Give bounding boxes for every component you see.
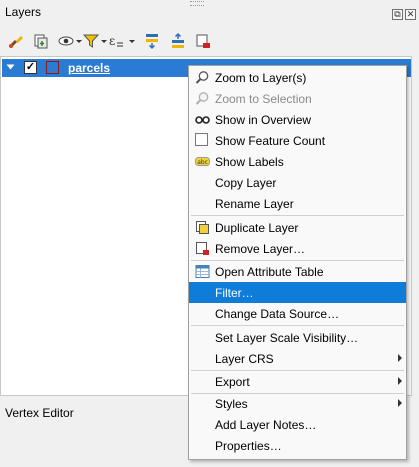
menu-item-rename-layer[interactable]: Rename Layer <box>189 193 406 214</box>
menu-item-open-attribute-table[interactable]: Open Attribute Table <box>189 261 406 282</box>
layers-toolbar: ε <box>0 28 419 54</box>
layer-symbol-icon <box>46 61 59 74</box>
chevron-down-icon[interactable] <box>129 40 135 43</box>
remove-layer-icon <box>196 242 209 255</box>
menu-item-styles[interactable]: Styles <box>189 393 406 414</box>
layer-name[interactable]: parcels <box>68 61 110 75</box>
vertex-editor-title: Vertex Editor <box>5 406 74 420</box>
menu-item-show-feature-count[interactable]: Show Feature Count <box>189 130 406 151</box>
submenu-arrow-icon <box>398 399 402 407</box>
add-group-icon[interactable] <box>32 32 50 50</box>
filter-legend-icon[interactable] <box>82 32 100 50</box>
menu-item-export[interactable]: Export <box>189 371 406 392</box>
menu-item-add-layer-notes[interactable]: Add Layer Notes… <box>189 414 406 435</box>
expression-filter-icon[interactable]: ε <box>107 32 125 50</box>
zoom-layer-icon <box>195 71 209 84</box>
remove-layer-icon[interactable] <box>194 32 212 50</box>
layer-context-menu: Zoom to Layer(s) Zoom to Selection Show … <box>188 65 407 460</box>
drag-handle[interactable] <box>190 1 204 6</box>
menu-item-properties[interactable]: Properties… <box>189 435 406 456</box>
feature-count-checkbox[interactable] <box>195 133 208 146</box>
float-panel-icon[interactable]: ⧉ <box>392 9 403 20</box>
style-brush-icon[interactable] <box>7 32 25 50</box>
panel-title: Layers <box>5 5 42 19</box>
menu-item-remove-layer[interactable]: Remove Layer… <box>189 238 406 259</box>
menu-item-show-in-overview[interactable]: Show in Overview <box>189 109 406 130</box>
overview-glasses-icon <box>195 116 210 124</box>
menu-item-layer-crs[interactable]: Layer CRS <box>189 348 406 369</box>
expand-all-icon[interactable] <box>143 32 161 50</box>
attribute-table-icon <box>195 265 210 278</box>
expand-arrow-icon[interactable] <box>6 64 15 70</box>
close-panel-icon[interactable]: ✕ <box>405 9 416 20</box>
menu-item-filter[interactable]: Filter… <box>189 282 406 303</box>
layer-visibility-checkbox[interactable]: ✓ <box>24 61 37 74</box>
collapse-all-icon[interactable] <box>169 32 187 50</box>
svg-text:abc: abc <box>197 159 208 166</box>
labels-abc-icon: abc <box>195 157 210 166</box>
menu-item-show-labels[interactable]: abc Show Labels <box>189 151 406 172</box>
submenu-arrow-icon <box>398 354 402 362</box>
menu-separator <box>191 325 404 326</box>
visibility-icon[interactable] <box>57 32 75 50</box>
menu-separator <box>191 215 404 216</box>
submenu-arrow-icon <box>398 377 402 385</box>
menu-item-duplicate-layer[interactable]: Duplicate Layer <box>189 217 406 238</box>
menu-item-zoom-to-layer[interactable]: Zoom to Layer(s) <box>189 67 406 88</box>
duplicate-layer-icon <box>196 221 209 234</box>
menu-item-copy-layer[interactable]: Copy Layer <box>189 172 406 193</box>
zoom-selection-icon <box>195 92 209 105</box>
menu-item-set-layer-scale-visibility[interactable]: Set Layer Scale Visibility… <box>189 327 406 348</box>
menu-item-zoom-to-selection[interactable]: Zoom to Selection <box>189 88 406 109</box>
menu-item-change-data-source[interactable]: Change Data Source… <box>189 303 406 324</box>
svg-text:ε: ε <box>109 34 115 48</box>
